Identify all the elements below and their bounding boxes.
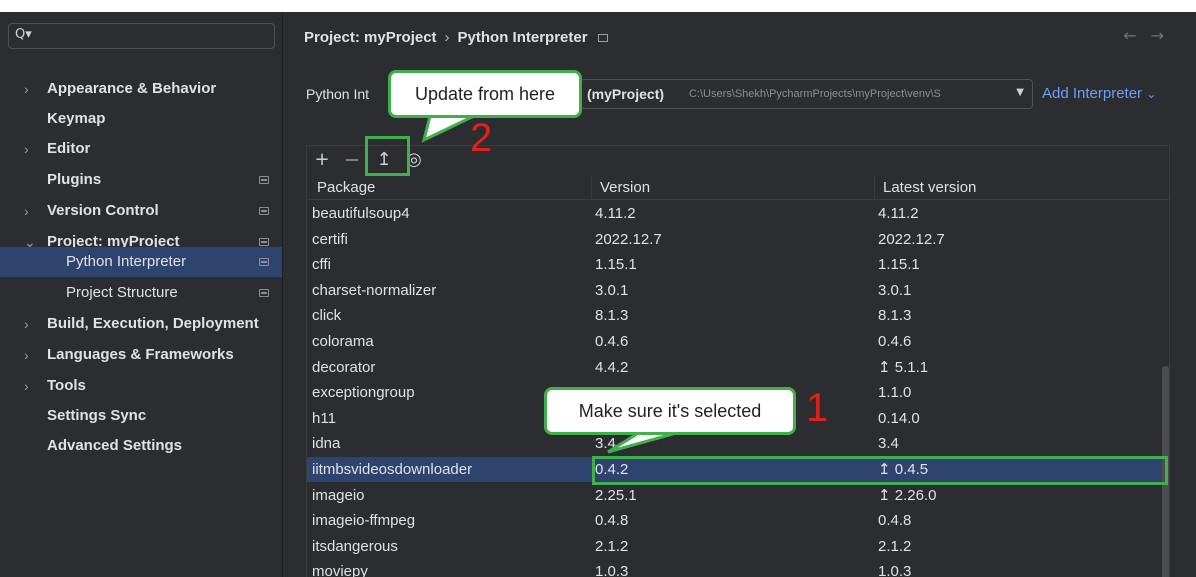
step-number-1: 1 — [806, 386, 829, 430]
step-number-2: 2 — [470, 116, 493, 160]
callout-update-tail — [421, 114, 475, 143]
callout-selected-tail — [607, 430, 681, 454]
callout-update-from-here: Update from here — [388, 70, 582, 118]
settings-window: Q▾ › Appearance & Behavior Keymap › Edit… — [0, 12, 1196, 577]
callout-make-sure-selected: Make sure it's selected — [544, 387, 796, 435]
callout-tails — [421, 114, 681, 454]
